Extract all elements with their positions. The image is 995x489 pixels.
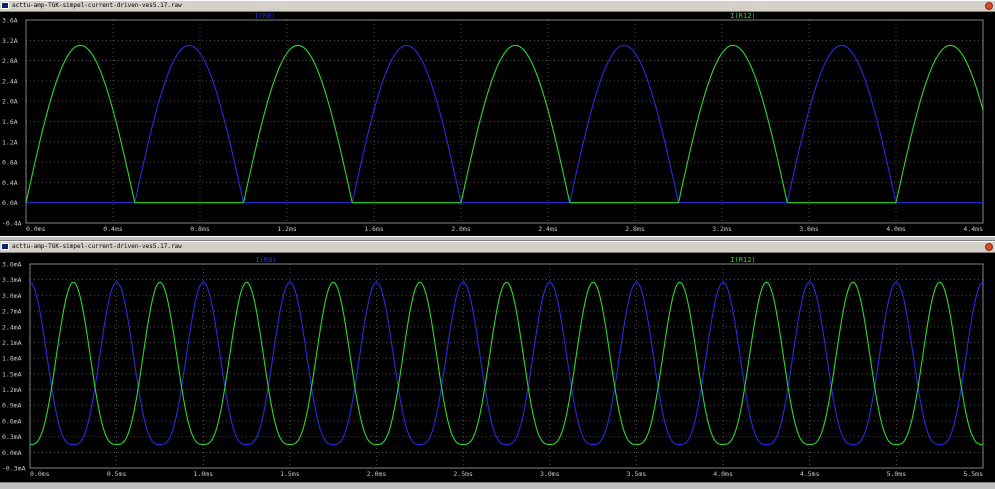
y-tick-label: 1.8mA	[2, 355, 22, 363]
x-tick-label: 2.0ms	[451, 225, 471, 233]
legend-label[interactable]: I(R12)	[730, 256, 755, 264]
plot-window-2: acttu-amp-TGK-simpel-current-driven-ves5…	[0, 241, 995, 483]
y-tick-label: 0.4A	[2, 179, 18, 187]
window-title: acttu-amp-TGK-simpel-current-driven-ves5…	[12, 243, 182, 250]
y-tick-label: 0.3mA	[2, 433, 22, 441]
x-tick-label: 0.0ms	[26, 225, 46, 233]
y-tick-label: 3.6mA	[2, 261, 22, 269]
y-tick-label: 0.0A	[2, 199, 18, 207]
y-tick-label: 3.6A	[2, 17, 18, 25]
y-tick-label: 1.6A	[2, 118, 18, 126]
x-tick-label: 5.0ms	[887, 470, 907, 478]
x-tick-label: 2.4ms	[538, 225, 558, 233]
close-icon[interactable]	[985, 243, 993, 251]
x-tick-label: 3.2ms	[712, 225, 732, 233]
y-tick-label: 0.0mA	[2, 449, 22, 457]
legend-label[interactable]: I(R8)	[255, 256, 276, 264]
y-tick-label: 2.1mA	[2, 339, 22, 347]
close-icon[interactable]	[985, 2, 993, 10]
y-tick-label: 1.2A	[2, 138, 18, 146]
plot-pane[interactable]: 0.0ms 0.4ms 0.8ms 1.2ms 1.6ms 2.0ms 2.4ms 2.8ms…	[0, 12, 995, 237]
plot-pane[interactable]: 0.0ms 0.5ms 1.0ms 1.5ms 2.0ms 2.5ms 3.0ms 3.5ms…	[0, 253, 995, 483]
window-titlebar[interactable]: acttu-amp-TGK-simpel-current-driven-ves5…	[0, 1, 995, 12]
x-tick-label: 0.4ms	[103, 225, 123, 233]
y-tick-label: 3.0mA	[2, 292, 22, 300]
window-titlebar[interactable]: acttu-amp-TGK-simpel-current-driven-ves5…	[0, 242, 995, 253]
waveform-app-icon	[1, 243, 9, 250]
y-tick-label: 2.7mA	[2, 308, 22, 316]
window-title: acttu-amp-TGK-simpel-current-driven-ves5…	[12, 2, 182, 9]
x-tick-label: 0.5ms	[107, 470, 127, 478]
y-tick-label: 3.3mA	[2, 276, 22, 284]
legend-label[interactable]: I(R8)	[254, 12, 275, 20]
x-tick-label: 0.8ms	[190, 225, 210, 233]
plot-background	[0, 253, 995, 483]
x-tick-label: 3.0ms	[540, 470, 560, 478]
y-tick-label: -0.3mA	[2, 465, 26, 473]
x-tick-label: 1.5ms	[280, 470, 300, 478]
x-tick-label: 1.0ms	[193, 470, 213, 478]
y-tick-label: 0.8A	[2, 159, 18, 167]
waveform-app-icon	[1, 2, 9, 9]
x-tick-label: 2.0ms	[367, 470, 387, 478]
x-tick-label: 1.6ms	[364, 225, 384, 233]
x-tick-label: 4.0ms	[713, 470, 733, 478]
y-tick-label: 2.4A	[2, 77, 18, 85]
x-tick-label: 4.4ms	[963, 225, 983, 233]
x-tick-label: 0.0ms	[30, 470, 50, 478]
y-tick-label: 0.9mA	[2, 402, 22, 410]
x-tick-label: 3.5ms	[627, 470, 647, 478]
y-tick-label: 2.0A	[2, 98, 18, 106]
x-tick-label: 1.2ms	[277, 225, 297, 233]
plot-window-1: acttu-amp-TGK-simpel-current-driven-ves5…	[0, 0, 995, 237]
x-tick-label: 4.5ms	[800, 470, 820, 478]
x-tick-label: 5.5ms	[963, 470, 983, 478]
y-tick-label: 0.6mA	[2, 417, 22, 425]
y-tick-label: 1.2mA	[2, 386, 22, 394]
y-tick-label: -0.4A	[2, 220, 22, 228]
y-tick-label: 1.5mA	[2, 370, 22, 378]
x-tick-label: 2.5ms	[453, 470, 473, 478]
x-tick-label: 2.8ms	[625, 225, 645, 233]
x-tick-label: 3.6ms	[799, 225, 819, 233]
x-tick-label: 4.0ms	[886, 225, 906, 233]
y-tick-label: 2.8A	[2, 57, 18, 65]
legend-label[interactable]: I(R12)	[730, 12, 755, 20]
y-tick-label: 3.2A	[2, 37, 18, 45]
y-tick-label: 2.4mA	[2, 323, 22, 331]
